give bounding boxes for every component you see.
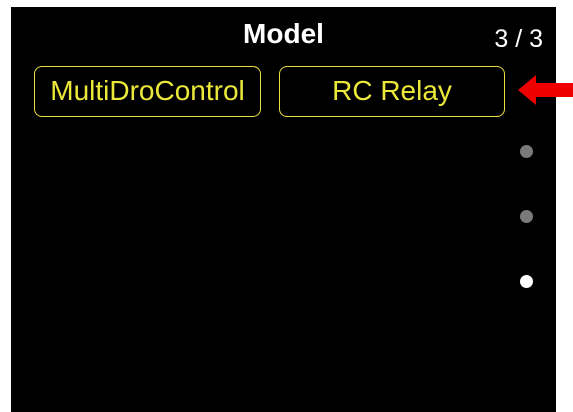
device-screen: Model 3 / 3 MultiDroControl RC Relay (11, 7, 556, 412)
page-dot-2[interactable] (520, 210, 533, 223)
model-button-multidrocontrol[interactable]: MultiDroControl (34, 66, 261, 117)
page-dot-1[interactable] (520, 145, 533, 158)
red-arrow-icon (518, 75, 573, 105)
page-dot-3-active[interactable] (520, 275, 533, 288)
page-indicator: 3 / 3 (494, 25, 543, 53)
page-title: Model (243, 18, 324, 49)
model-button-rc-relay[interactable]: RC Relay (279, 66, 505, 117)
